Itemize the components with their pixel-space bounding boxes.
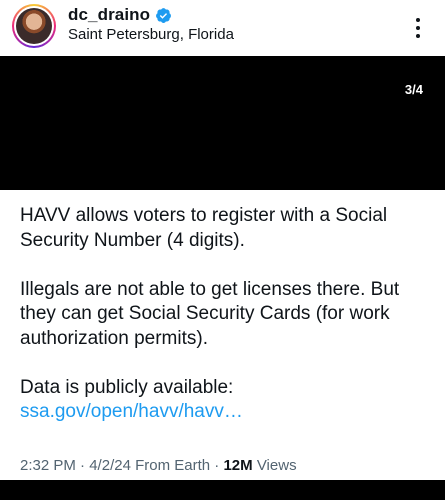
avatar-photo bbox=[16, 8, 52, 44]
username-row: dc_draino bbox=[68, 5, 172, 25]
media-counter: 3/4 bbox=[404, 82, 423, 97]
more-dot bbox=[416, 26, 420, 30]
location[interactable]: Saint Petersburg, Florida bbox=[68, 26, 234, 43]
tweet-paragraph: Data is publicly available: ssa.gov/open… bbox=[20, 376, 430, 425]
more-dot bbox=[416, 18, 420, 22]
more-dot bbox=[416, 34, 420, 38]
avatar-frame bbox=[14, 6, 54, 46]
post-date[interactable]: 4/2/24 bbox=[89, 457, 131, 474]
bottom-edge bbox=[0, 480, 445, 500]
tweet-body: HAVV allows voters to register with a So… bbox=[0, 190, 445, 480]
tweet-paragraph: Illegals are not able to get licenses th… bbox=[20, 278, 400, 349]
tweet-meta: 2:32 PM · 4/2/24 From Earth · 12M Views bbox=[20, 457, 297, 474]
media-carousel[interactable]: 3/4 bbox=[0, 56, 445, 190]
verified-badge-icon bbox=[156, 7, 172, 23]
meta-separator: · bbox=[210, 457, 224, 474]
tweet-text: HAVV allows voters to register with a So… bbox=[20, 204, 430, 425]
tweet-paragraph-text: Data is publicly available: bbox=[20, 376, 234, 398]
views-count: 12M bbox=[223, 457, 253, 474]
post-time[interactable]: 2:32 PM bbox=[20, 457, 76, 474]
external-link[interactable]: ssa.gov/open/havv/havv… bbox=[20, 401, 243, 422]
avatar[interactable] bbox=[12, 4, 56, 48]
post-source: From Earth bbox=[135, 457, 211, 474]
username[interactable]: dc_draino bbox=[68, 5, 150, 25]
more-options-icon[interactable] bbox=[404, 12, 432, 44]
tweet-paragraph: HAVV allows voters to register with a So… bbox=[20, 205, 388, 251]
meta-separator: · bbox=[75, 457, 90, 474]
views-label: Views bbox=[256, 457, 297, 474]
post-header: dc_draino Saint Petersburg, Florida bbox=[0, 0, 445, 56]
